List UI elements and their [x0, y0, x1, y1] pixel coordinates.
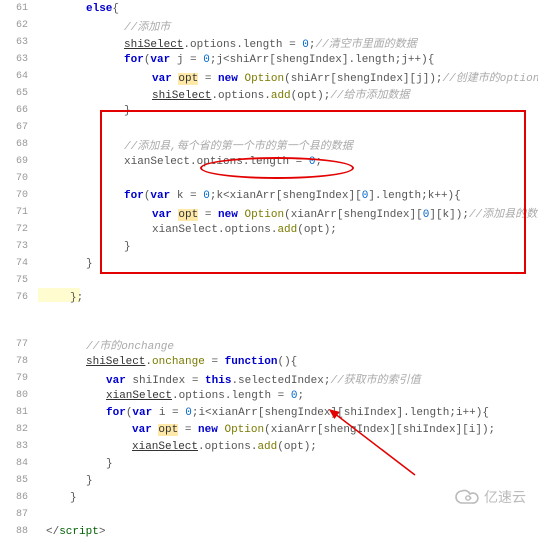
line-number: 80	[0, 390, 34, 401]
code-line: 73}	[0, 238, 538, 255]
line-number: 66	[0, 105, 34, 116]
code-line: 71var opt = new Option(xianArr[shengInde…	[0, 204, 538, 221]
code-line: 72xianSelect.options.add(opt);	[0, 221, 538, 238]
code-line: 75	[0, 272, 538, 289]
line-number: 82	[0, 424, 34, 435]
code-line: 80xianSelect.options.length = 0;	[0, 387, 538, 404]
code-line: 69xianSelect.options.length = 0;	[0, 153, 538, 170]
code-line: 82var opt = new Option(xianArr[shengInde…	[0, 421, 538, 438]
line-number: 81	[0, 407, 34, 418]
code-line: 66}	[0, 102, 538, 119]
code-line: 88</script>	[0, 523, 538, 540]
code-content: //添加县,每个省的第一个市的第一个县的数据	[34, 137, 538, 153]
line-number: 65	[0, 88, 34, 99]
code-line: 62//添加市	[0, 17, 538, 34]
code-content: }	[34, 105, 538, 117]
line-number: 67	[0, 122, 34, 133]
code-content: var opt = new Option(xianArr[shengIndex]…	[34, 424, 538, 436]
line-number: 69	[0, 156, 34, 167]
code-content: }	[34, 458, 538, 470]
code-content: xianSelect.options.add(opt);	[34, 224, 538, 236]
code-line: 70for(var k = 0;k<xianArr[shengIndex][0]…	[0, 187, 538, 204]
line-number: 83	[0, 441, 34, 452]
code-content: }	[34, 258, 538, 270]
code-content: };	[34, 292, 538, 304]
line-number: 86	[0, 492, 34, 503]
code-content: shiSelect.options.add(opt);//给市添加数据	[34, 86, 538, 102]
line-number: 73	[0, 241, 34, 252]
code-content: xianSelect.options.length = 0;	[34, 156, 538, 168]
code-content: else{	[34, 3, 538, 15]
line-number: 61	[0, 3, 34, 14]
line-number: 76	[0, 292, 34, 303]
line-number: 84	[0, 458, 34, 469]
code-line: 78shiSelect.onchange = function(){	[0, 353, 538, 370]
line-number: 75	[0, 275, 34, 286]
code-content: }	[34, 475, 538, 487]
code-line: 68//添加县,每个省的第一个市的第一个县的数据	[0, 136, 538, 153]
line-number: 79	[0, 373, 34, 384]
line-number: 70	[0, 190, 34, 201]
line-number: 63	[0, 37, 34, 48]
watermark-text: 亿速云	[484, 487, 526, 507]
code-line: 74}	[0, 255, 538, 272]
code-line: 63shiSelect.options.length = 0;//清空市里面的数…	[0, 34, 538, 51]
watermark-logo: 亿速云	[454, 487, 526, 507]
code-line: 65shiSelect.options.add(opt);//给市添加数据	[0, 85, 538, 102]
line-number: 87	[0, 509, 34, 520]
code-content: xianSelect.options.length = 0;	[34, 390, 538, 402]
code-content: //添加市	[34, 18, 538, 34]
code-content: for(var j = 0;j<shiArr[shengIndex].lengt…	[34, 54, 538, 66]
code-line: 83xianSelect.options.add(opt);	[0, 438, 538, 455]
line-number: 88	[0, 526, 34, 537]
line-number: 71	[0, 207, 34, 218]
line-number: 72	[0, 224, 34, 235]
line-number: 62	[0, 20, 34, 31]
line-number: 78	[0, 356, 34, 367]
code-content: for(var i = 0;i<xianArr[shengIndex][shiI…	[34, 407, 538, 419]
line-number: 64	[0, 71, 34, 82]
code-line: 81for(var i = 0;i<xianArr[shengIndex][sh…	[0, 404, 538, 421]
code-line: 61else{	[0, 0, 538, 17]
code-content: for(var k = 0;k<xianArr[shengIndex][0].l…	[34, 190, 538, 202]
code-line: 64var opt = new Option(shiArr[shengIndex…	[0, 68, 538, 85]
code-content: </script>	[34, 526, 538, 538]
code-line: 87	[0, 506, 538, 523]
line-number: 70	[0, 173, 34, 184]
code-content: xianSelect.options.add(opt);	[34, 441, 538, 453]
code-content: shiSelect.options.length = 0;//清空市里面的数据	[34, 35, 538, 51]
line-number: 63	[0, 54, 34, 65]
code-line: 67	[0, 119, 538, 136]
line-number: 77	[0, 339, 34, 350]
line-number: 68	[0, 139, 34, 150]
code-content: }	[34, 241, 538, 253]
code-content: shiSelect.onchange = function(){	[34, 356, 538, 368]
code-line: 76};	[0, 289, 538, 306]
code-line: 77//市的onchange	[0, 336, 538, 353]
code-line: 79var shiIndex = this.selectedIndex;//获取…	[0, 370, 538, 387]
code-line: 63for(var j = 0;j<shiArr[shengIndex].len…	[0, 51, 538, 68]
code-content: var opt = new Option(shiArr[shengIndex][…	[34, 69, 538, 85]
code-line: 70	[0, 170, 538, 187]
code-line: 84}	[0, 455, 538, 472]
line-number: 74	[0, 258, 34, 269]
line-number: 85	[0, 475, 34, 486]
code-content: var opt = new Option(xianArr[shengIndex]…	[34, 205, 538, 221]
code-content: //市的onchange	[34, 337, 538, 353]
code-editor: 61else{62//添加市63shiSelect.options.length…	[0, 0, 538, 540]
code-content: var shiIndex = this.selectedIndex;//获取市的…	[34, 371, 538, 387]
